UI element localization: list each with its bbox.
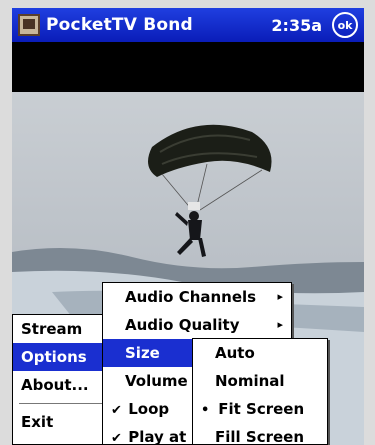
menu-item-about[interactable]: About...: [13, 371, 109, 399]
menu-item-options[interactable]: Options: [13, 343, 109, 371]
app-title: PocketTV Bond: [46, 15, 193, 35]
menu-item-label: Audio Quality: [125, 316, 240, 334]
menu-item-nominal[interactable]: Nominal: [193, 367, 327, 395]
menu-item-audio-channels[interactable]: Audio Channels ▸: [103, 283, 291, 311]
ok-label: ok: [337, 18, 353, 32]
menu-item-label: Fill Screen: [215, 428, 305, 445]
app-icon[interactable]: [18, 14, 40, 36]
ok-button[interactable]: ok: [332, 12, 358, 38]
parachute: [148, 124, 272, 177]
menu-item-label: Auto: [215, 344, 255, 362]
menu-item-label: Size: [125, 344, 160, 362]
size-submenu: Auto Nominal • Fit Screen Fill Screen: [192, 338, 328, 445]
title-bar: PocketTV Bond 2:35a ok: [12, 8, 364, 42]
menu-item-stream[interactable]: Stream: [13, 315, 109, 343]
submenu-arrow-icon: ▸: [277, 290, 283, 303]
menu-item-fill-screen[interactable]: Fill Screen: [193, 423, 327, 445]
menu-item-label: Fit Screen: [218, 400, 305, 418]
menu-item-auto[interactable]: Auto: [193, 339, 327, 367]
letterbox-bar: [12, 42, 364, 92]
menu-item-label: Exit: [21, 413, 54, 431]
main-menu: Stream Options About... Exit: [12, 314, 110, 445]
menu-item-label: Audio Channels: [125, 288, 257, 306]
pocketpc-screen: PocketTV Bond 2:35a ok Stream Options Ab…: [0, 0, 375, 445]
checkmark-icon: ✔: [111, 431, 122, 445]
menu-item-label: Nominal: [215, 372, 285, 390]
checkmark-icon: ✔: [111, 403, 122, 418]
menu-item-label: Stream: [21, 320, 83, 338]
bullet-icon: •: [201, 403, 210, 418]
menu-item-fit-screen[interactable]: • Fit Screen: [193, 395, 327, 423]
menu-item-label: Play at: [128, 428, 187, 445]
menu-divider: [19, 403, 103, 404]
submenu-arrow-icon: ▸: [277, 318, 283, 331]
menu-item-label: Volume: [125, 372, 188, 390]
menu-item-label: Options: [21, 348, 87, 366]
clock[interactable]: 2:35a: [271, 16, 322, 35]
menu-item-label: About...: [21, 376, 89, 394]
menu-item-audio-quality[interactable]: Audio Quality ▸: [103, 311, 291, 339]
menu-item-exit[interactable]: Exit: [13, 408, 109, 436]
menu-item-label: Loop: [128, 400, 170, 418]
skydiver: [175, 202, 206, 257]
